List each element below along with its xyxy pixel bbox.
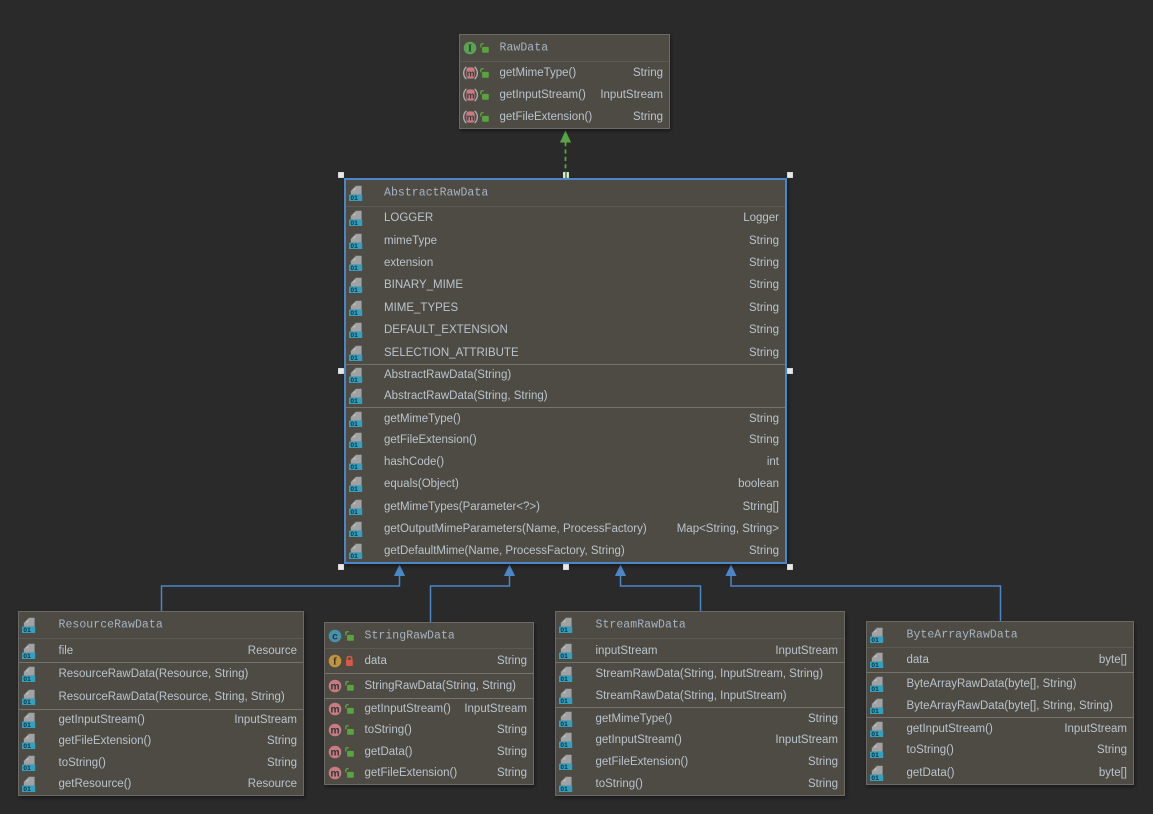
- svg-text:01: 01: [23, 676, 31, 682]
- svg-text:01: 01: [871, 708, 879, 714]
- svg-text:01: 01: [350, 377, 358, 383]
- svg-text:01: 01: [350, 355, 358, 361]
- svg-text:01: 01: [23, 722, 31, 728]
- svg-text:01: 01: [350, 220, 358, 226]
- svg-text:01: 01: [560, 764, 568, 770]
- svg-text:01: 01: [350, 464, 358, 470]
- svg-text:m: m: [330, 682, 339, 693]
- svg-text:01: 01: [560, 721, 568, 727]
- svg-text:m: m: [330, 705, 339, 716]
- svg-text:01: 01: [560, 676, 568, 682]
- svg-text:01: 01: [560, 742, 568, 748]
- svg-text:c: c: [332, 631, 338, 642]
- svg-text:01: 01: [350, 332, 358, 338]
- svg-text:01: 01: [560, 786, 568, 792]
- svg-text:01: 01: [871, 686, 879, 692]
- svg-text:01: 01: [350, 288, 358, 294]
- svg-text:01: 01: [350, 531, 358, 537]
- svg-text:01: 01: [350, 553, 358, 559]
- svg-text:01: 01: [350, 243, 358, 249]
- svg-text:m: m: [330, 747, 339, 758]
- svg-text:m: m: [330, 726, 339, 737]
- svg-text:m: m: [467, 68, 475, 78]
- svg-text:01: 01: [350, 195, 358, 201]
- svg-text:m: m: [467, 90, 475, 100]
- svg-text:01: 01: [350, 509, 358, 515]
- svg-text:01: 01: [871, 753, 879, 759]
- svg-text:f: f: [333, 657, 337, 668]
- svg-text:01: 01: [871, 731, 879, 737]
- svg-text:01: 01: [23, 653, 31, 659]
- svg-text:01: 01: [23, 765, 31, 771]
- svg-text:01: 01: [871, 637, 879, 643]
- svg-text:01: 01: [871, 775, 879, 781]
- svg-text:01: 01: [350, 398, 358, 404]
- svg-text:01: 01: [350, 310, 358, 316]
- svg-text:01: 01: [350, 487, 358, 493]
- svg-text:m: m: [467, 112, 475, 122]
- svg-text:01: 01: [560, 698, 568, 704]
- svg-text:01: 01: [350, 421, 358, 427]
- svg-text:01: 01: [560, 653, 568, 659]
- svg-text:m: m: [330, 769, 339, 780]
- svg-text:01: 01: [560, 627, 568, 633]
- svg-text:01: 01: [23, 786, 31, 792]
- svg-text:01: 01: [23, 699, 31, 705]
- svg-text:01: 01: [350, 442, 358, 448]
- svg-text:01: 01: [23, 627, 31, 633]
- svg-text:I: I: [468, 44, 472, 55]
- svg-text:01: 01: [23, 743, 31, 749]
- svg-text:01: 01: [350, 265, 358, 271]
- svg-text:01: 01: [871, 662, 879, 668]
